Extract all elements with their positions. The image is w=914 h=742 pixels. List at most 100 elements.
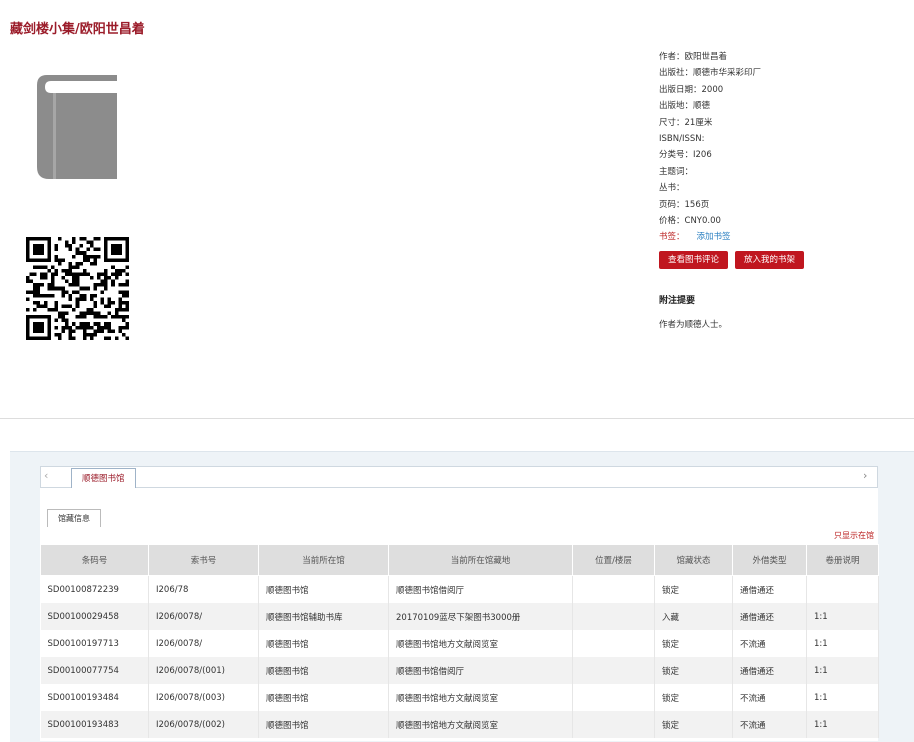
table-cell xyxy=(806,575,879,603)
meta-label: ISBN/ISSN: xyxy=(659,133,705,144)
table-cell xyxy=(572,684,655,711)
meta-label: 分类号： xyxy=(659,150,694,161)
meta-row: 页码：156页 xyxy=(659,197,909,213)
table-cell: I206/0078/ xyxy=(148,630,259,657)
action-buttons: 查看图书评论 放入我的书架 xyxy=(659,251,805,269)
book-title: 藏剑楼小集/欧阳世昌着 xyxy=(10,22,145,37)
tab-holding-info[interactable]: 馆藏信息 xyxy=(47,509,101,527)
table-cell: I206/0078/(002) xyxy=(148,711,259,738)
meta-row: 丛书： xyxy=(659,180,909,196)
table-cell: 不流通 xyxy=(732,630,807,657)
table-row: SD00100077754 I206/0078/(001) 顺德图书馆 顺德图书馆借阅… xyxy=(40,657,879,684)
table-cell: 不流通 xyxy=(732,711,807,738)
holdings-table: 条码号 索书号 当前所在馆 当前所在馆藏地 位置/楼层 馆藏状态 外借类型 卷册说明 SD00… xyxy=(40,544,879,738)
table-cell: 1:1 xyxy=(806,684,879,711)
meta-row: 尺寸：21厘米 xyxy=(659,115,909,131)
column-header: 馆藏状态 xyxy=(654,544,733,576)
abstract-text: 作者为顺德人士。 xyxy=(659,320,728,330)
table-cell: SD00100077754 xyxy=(40,657,149,684)
view-reviews-button[interactable]: 查看图书评论 xyxy=(659,251,729,269)
table-cell: 顺德图书馆地方文献阅览室 xyxy=(388,711,573,738)
table-row: SD00100872239 I206/78 顺德图书馆 顺德图书馆借阅厅 锁定 通借通还 xyxy=(40,575,879,603)
table-cell: 顺德图书馆地方文献阅览室 xyxy=(388,630,573,657)
meta-label: 尺寸： xyxy=(659,117,685,128)
table-cell: SD00100872239 xyxy=(40,575,149,603)
meta-value: 欧阳世昌着 xyxy=(684,52,728,62)
meta-label: 作者： xyxy=(659,52,685,62)
meta-row: 分类号：I206 xyxy=(659,147,909,163)
table-cell: SD00100029458 xyxy=(40,603,149,630)
meta-label: 出版社： xyxy=(659,68,694,79)
meta-row: 价格：CNY0.00 xyxy=(659,213,909,229)
table-cell: 顺德图书馆地方文献阅览室 xyxy=(388,684,573,711)
column-header: 当前所在馆 xyxy=(258,544,389,576)
tab-library-shunde[interactable]: 顺德图书馆 xyxy=(71,468,136,488)
meta-row: ISBN/ISSN: xyxy=(659,131,909,147)
table-cell: SD00100197713 xyxy=(40,630,149,657)
table-cell xyxy=(572,603,655,630)
add-tag-link[interactable]: 添加书签 xyxy=(697,232,731,242)
table-cell xyxy=(572,575,655,603)
tags-label: 书签： xyxy=(659,232,685,243)
show-only-available-link[interactable]: 只显示在馆 xyxy=(834,530,874,541)
column-header: 条码号 xyxy=(40,544,149,576)
table-cell: I206/0078/(001) xyxy=(148,657,259,684)
meta-label: 页码： xyxy=(659,199,685,210)
abstract-title: 附注提要 xyxy=(659,296,696,306)
table-cell: 1:1 xyxy=(806,630,879,657)
column-header: 卷册说明 xyxy=(806,544,879,576)
table-cell: 1:1 xyxy=(806,657,879,684)
table-cell xyxy=(572,630,655,657)
meta-label: 丛书： xyxy=(659,183,685,194)
table-cell: 通借通还 xyxy=(732,657,807,684)
table-cell: 1:1 xyxy=(806,603,879,630)
table-cell: 1:1 xyxy=(806,711,879,738)
meta-value: 顺德市华采彩印厂 xyxy=(693,68,762,79)
table-cell: SD00100193483 xyxy=(40,711,149,738)
library-tab-bar xyxy=(40,466,878,488)
meta-row: 作者：欧阳世昌着 xyxy=(659,49,909,65)
table-cell: 锁定 xyxy=(654,575,733,603)
table-cell: 顺德图书馆 xyxy=(258,630,389,657)
table-cell: 顺德图书馆 xyxy=(258,657,389,684)
table-cell: 顺德图书馆借阅厅 xyxy=(388,657,573,684)
meta-value: 顺德 xyxy=(693,101,711,112)
meta-value: 21厘米 xyxy=(684,117,713,128)
chevron-right-icon[interactable]: › xyxy=(863,469,867,482)
table-cell: I206/0078/(003) xyxy=(148,684,259,711)
table-cell: 通借通还 xyxy=(732,575,807,603)
column-header: 索书号 xyxy=(148,544,259,576)
meta-row: 主题词： xyxy=(659,164,909,180)
qr-code-icon xyxy=(26,237,129,340)
table-row: SD00100193483 I206/0078/(002) 顺德图书馆 顺德图书馆地方… xyxy=(40,711,879,738)
table-cell: 锁定 xyxy=(654,711,733,738)
meta-value: 156页 xyxy=(684,199,710,210)
column-header: 外借类型 xyxy=(732,544,807,576)
column-header: 位置/楼层 xyxy=(572,544,655,576)
book-icon xyxy=(37,75,117,179)
table-cell: 顺德图书馆 xyxy=(258,711,389,738)
chevron-left-icon[interactable]: ‹ xyxy=(44,469,48,482)
table-header-row: 条码号 索书号 当前所在馆 当前所在馆藏地 位置/楼层 馆藏状态 外借类型 卷册说明 xyxy=(40,544,879,576)
meta-label: 出版地： xyxy=(659,101,694,112)
table-cell: 顺德图书馆辅助书库 xyxy=(258,603,389,630)
meta-label: 出版日期： xyxy=(659,84,702,95)
tags-row: 书签： 添加书签 xyxy=(659,229,909,245)
add-to-shelf-button[interactable]: 放入我的书架 xyxy=(735,251,805,269)
table-cell: 不流通 xyxy=(732,684,807,711)
table-cell: SD00100193484 xyxy=(40,684,149,711)
table-cell: 入藏 xyxy=(654,603,733,630)
meta-value: 2000 xyxy=(701,84,724,95)
table-cell: 通借通还 xyxy=(732,603,807,630)
meta-row: 出版日期：2000 xyxy=(659,82,909,98)
table-cell: 锁定 xyxy=(654,684,733,711)
meta-label: 主题词： xyxy=(659,166,694,177)
table-cell: I206/0078/ xyxy=(148,603,259,630)
table-cell xyxy=(572,657,655,684)
table-cell xyxy=(572,711,655,738)
table-row: SD00100193484 I206/0078/(003) 顺德图书馆 顺德图书馆地方… xyxy=(40,684,879,711)
table-cell: 顺德图书馆借阅厅 xyxy=(388,575,573,603)
meta-label: 价格： xyxy=(659,215,685,226)
table-row: SD00100029458 I206/0078/顺德图书馆辅助书库 20170109… xyxy=(40,603,879,630)
table-cell: 顺德图书馆 xyxy=(258,575,389,603)
